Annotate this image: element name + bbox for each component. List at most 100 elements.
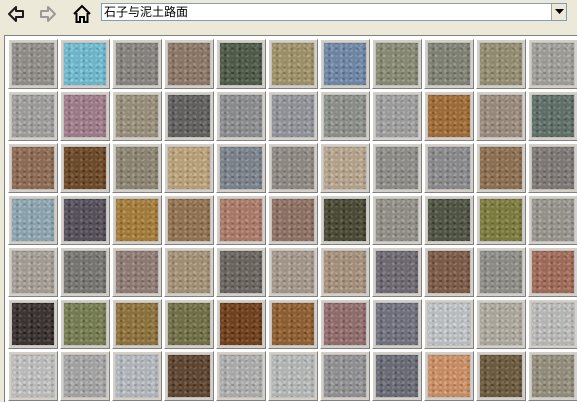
texture-thumbnail[interactable]	[424, 195, 474, 245]
texture-thumbnail[interactable]	[372, 91, 422, 141]
texture-thumbnail[interactable]	[112, 195, 162, 245]
texture-thumbnail[interactable]	[164, 195, 214, 245]
texture-swatch	[271, 94, 315, 138]
texture-swatch	[531, 354, 575, 398]
texture-thumbnail[interactable]	[268, 247, 318, 297]
texture-thumbnail[interactable]	[424, 143, 474, 193]
texture-thumbnail[interactable]	[476, 91, 526, 141]
forward-button[interactable]	[36, 2, 60, 26]
texture-thumbnail[interactable]	[424, 39, 474, 89]
texture-thumbnail[interactable]	[268, 91, 318, 141]
toolbar: 石子与泥土路面	[0, 0, 577, 30]
texture-swatch	[531, 250, 575, 294]
texture-thumbnail[interactable]	[216, 247, 266, 297]
texture-thumbnail[interactable]	[476, 39, 526, 89]
texture-thumbnail[interactable]	[8, 91, 58, 141]
texture-thumbnail[interactable]	[528, 143, 577, 193]
texture-thumbnail[interactable]	[528, 247, 577, 297]
category-selected-text: 石子与泥土路面	[104, 5, 189, 19]
texture-thumbnail[interactable]	[424, 299, 474, 349]
texture-thumbnail[interactable]	[372, 299, 422, 349]
texture-thumbnail[interactable]	[320, 247, 370, 297]
texture-thumbnail[interactable]	[268, 351, 318, 401]
texture-swatch	[167, 250, 211, 294]
texture-thumbnail[interactable]	[164, 299, 214, 349]
texture-swatch	[271, 198, 315, 242]
texture-thumbnail[interactable]	[528, 351, 577, 401]
texture-thumbnail[interactable]	[528, 195, 577, 245]
texture-thumbnail[interactable]	[476, 247, 526, 297]
texture-thumbnail[interactable]	[320, 299, 370, 349]
texture-thumbnail[interactable]	[424, 91, 474, 141]
texture-thumbnail[interactable]	[476, 195, 526, 245]
texture-thumbnail[interactable]	[60, 195, 110, 245]
texture-thumbnail[interactable]	[268, 39, 318, 89]
texture-browser-panel[interactable]	[4, 35, 577, 402]
texture-thumbnail[interactable]	[164, 247, 214, 297]
texture-thumbnail[interactable]	[60, 143, 110, 193]
texture-thumbnail[interactable]	[476, 299, 526, 349]
texture-thumbnail[interactable]	[112, 91, 162, 141]
texture-thumbnail[interactable]	[528, 299, 577, 349]
texture-swatch	[427, 146, 471, 190]
texture-thumbnail[interactable]	[8, 247, 58, 297]
category-dropdown-button[interactable]	[551, 4, 566, 20]
texture-thumbnail[interactable]	[60, 299, 110, 349]
texture-thumbnail[interactable]	[8, 143, 58, 193]
texture-thumbnail[interactable]	[112, 143, 162, 193]
texture-thumbnail[interactable]	[268, 299, 318, 349]
home-icon	[73, 4, 91, 23]
texture-thumbnail[interactable]	[424, 247, 474, 297]
texture-swatch	[375, 354, 419, 398]
texture-thumbnail[interactable]	[8, 195, 58, 245]
texture-thumbnail[interactable]	[216, 91, 266, 141]
texture-thumbnail[interactable]	[268, 195, 318, 245]
texture-thumbnail[interactable]	[60, 39, 110, 89]
texture-thumbnail[interactable]	[372, 195, 422, 245]
texture-swatch	[11, 302, 55, 346]
texture-thumbnail[interactable]	[528, 39, 577, 89]
texture-thumbnail[interactable]	[424, 351, 474, 401]
texture-thumbnail[interactable]	[164, 143, 214, 193]
texture-thumbnail[interactable]	[216, 299, 266, 349]
texture-thumbnail[interactable]	[320, 39, 370, 89]
back-arrow-icon	[8, 6, 24, 22]
texture-thumbnail[interactable]	[164, 39, 214, 89]
texture-thumbnail[interactable]	[320, 91, 370, 141]
texture-thumbnail[interactable]	[528, 91, 577, 141]
texture-thumbnail[interactable]	[112, 39, 162, 89]
texture-thumbnail[interactable]	[216, 143, 266, 193]
texture-thumbnail[interactable]	[476, 351, 526, 401]
texture-thumbnail[interactable]	[8, 299, 58, 349]
texture-thumbnail[interactable]	[372, 39, 422, 89]
texture-thumbnail[interactable]	[268, 143, 318, 193]
forward-arrow-icon	[40, 6, 56, 22]
texture-thumbnail[interactable]	[216, 39, 266, 89]
texture-swatch	[271, 354, 315, 398]
texture-thumbnail[interactable]	[112, 247, 162, 297]
texture-thumbnail[interactable]	[476, 143, 526, 193]
texture-thumbnail[interactable]	[372, 247, 422, 297]
home-button[interactable]	[70, 2, 94, 26]
texture-thumbnail[interactable]	[60, 351, 110, 401]
texture-thumbnail[interactable]	[60, 91, 110, 141]
texture-thumbnail[interactable]	[60, 247, 110, 297]
category-select[interactable]: 石子与泥土路面	[101, 3, 567, 21]
texture-thumbnail[interactable]	[112, 299, 162, 349]
texture-thumbnail[interactable]	[112, 351, 162, 401]
back-button[interactable]	[4, 2, 28, 26]
texture-thumbnail[interactable]	[216, 195, 266, 245]
texture-thumbnail[interactable]	[8, 351, 58, 401]
texture-thumbnail[interactable]	[8, 39, 58, 89]
texture-thumbnail[interactable]	[320, 195, 370, 245]
texture-swatch	[219, 94, 263, 138]
texture-thumbnail[interactable]	[320, 143, 370, 193]
texture-swatch	[219, 302, 263, 346]
texture-thumbnail[interactable]	[372, 143, 422, 193]
texture-thumbnail[interactable]	[320, 351, 370, 401]
texture-swatch	[63, 302, 107, 346]
texture-thumbnail[interactable]	[164, 91, 214, 141]
texture-thumbnail[interactable]	[372, 351, 422, 401]
texture-thumbnail[interactable]	[216, 351, 266, 401]
texture-thumbnail[interactable]	[164, 351, 214, 401]
